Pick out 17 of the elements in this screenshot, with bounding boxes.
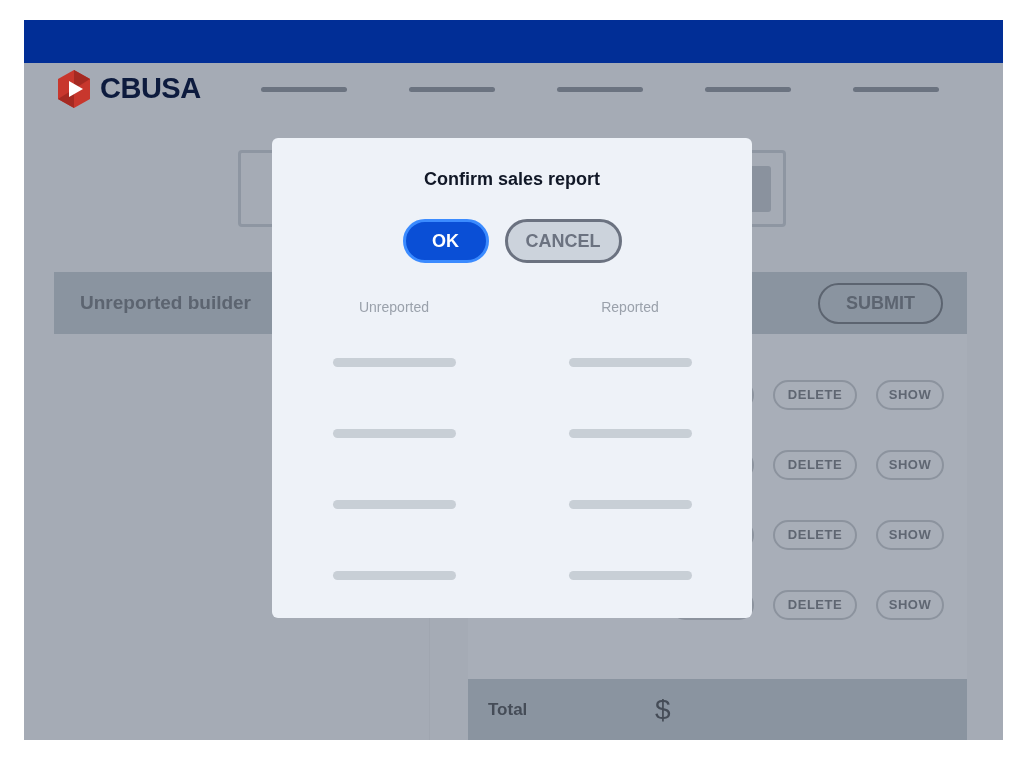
delete-button[interactable]: DELETE [773,590,857,620]
delete-button[interactable]: DELETE [773,520,857,550]
delete-button[interactable]: DELETE [773,450,857,480]
brand-name: CBUSA [100,71,201,107]
cancel-button[interactable]: CANCEL [504,219,622,263]
show-button[interactable]: SHOW [876,520,944,550]
dialog-title: Confirm sales report [423,168,600,191]
show-button[interactable]: SHOW [876,590,944,620]
column-header: Unreported [358,298,429,317]
logo-icon [56,69,92,109]
show-button[interactable]: SHOW [876,450,944,480]
column-header: Reported [601,298,659,317]
ok-button[interactable]: OK [402,219,489,263]
delete-button[interactable]: DELETE [773,380,857,410]
currency-symbol: $ [655,692,671,727]
total-label: Total [488,698,529,721]
show-button[interactable]: SHOW [876,380,944,410]
